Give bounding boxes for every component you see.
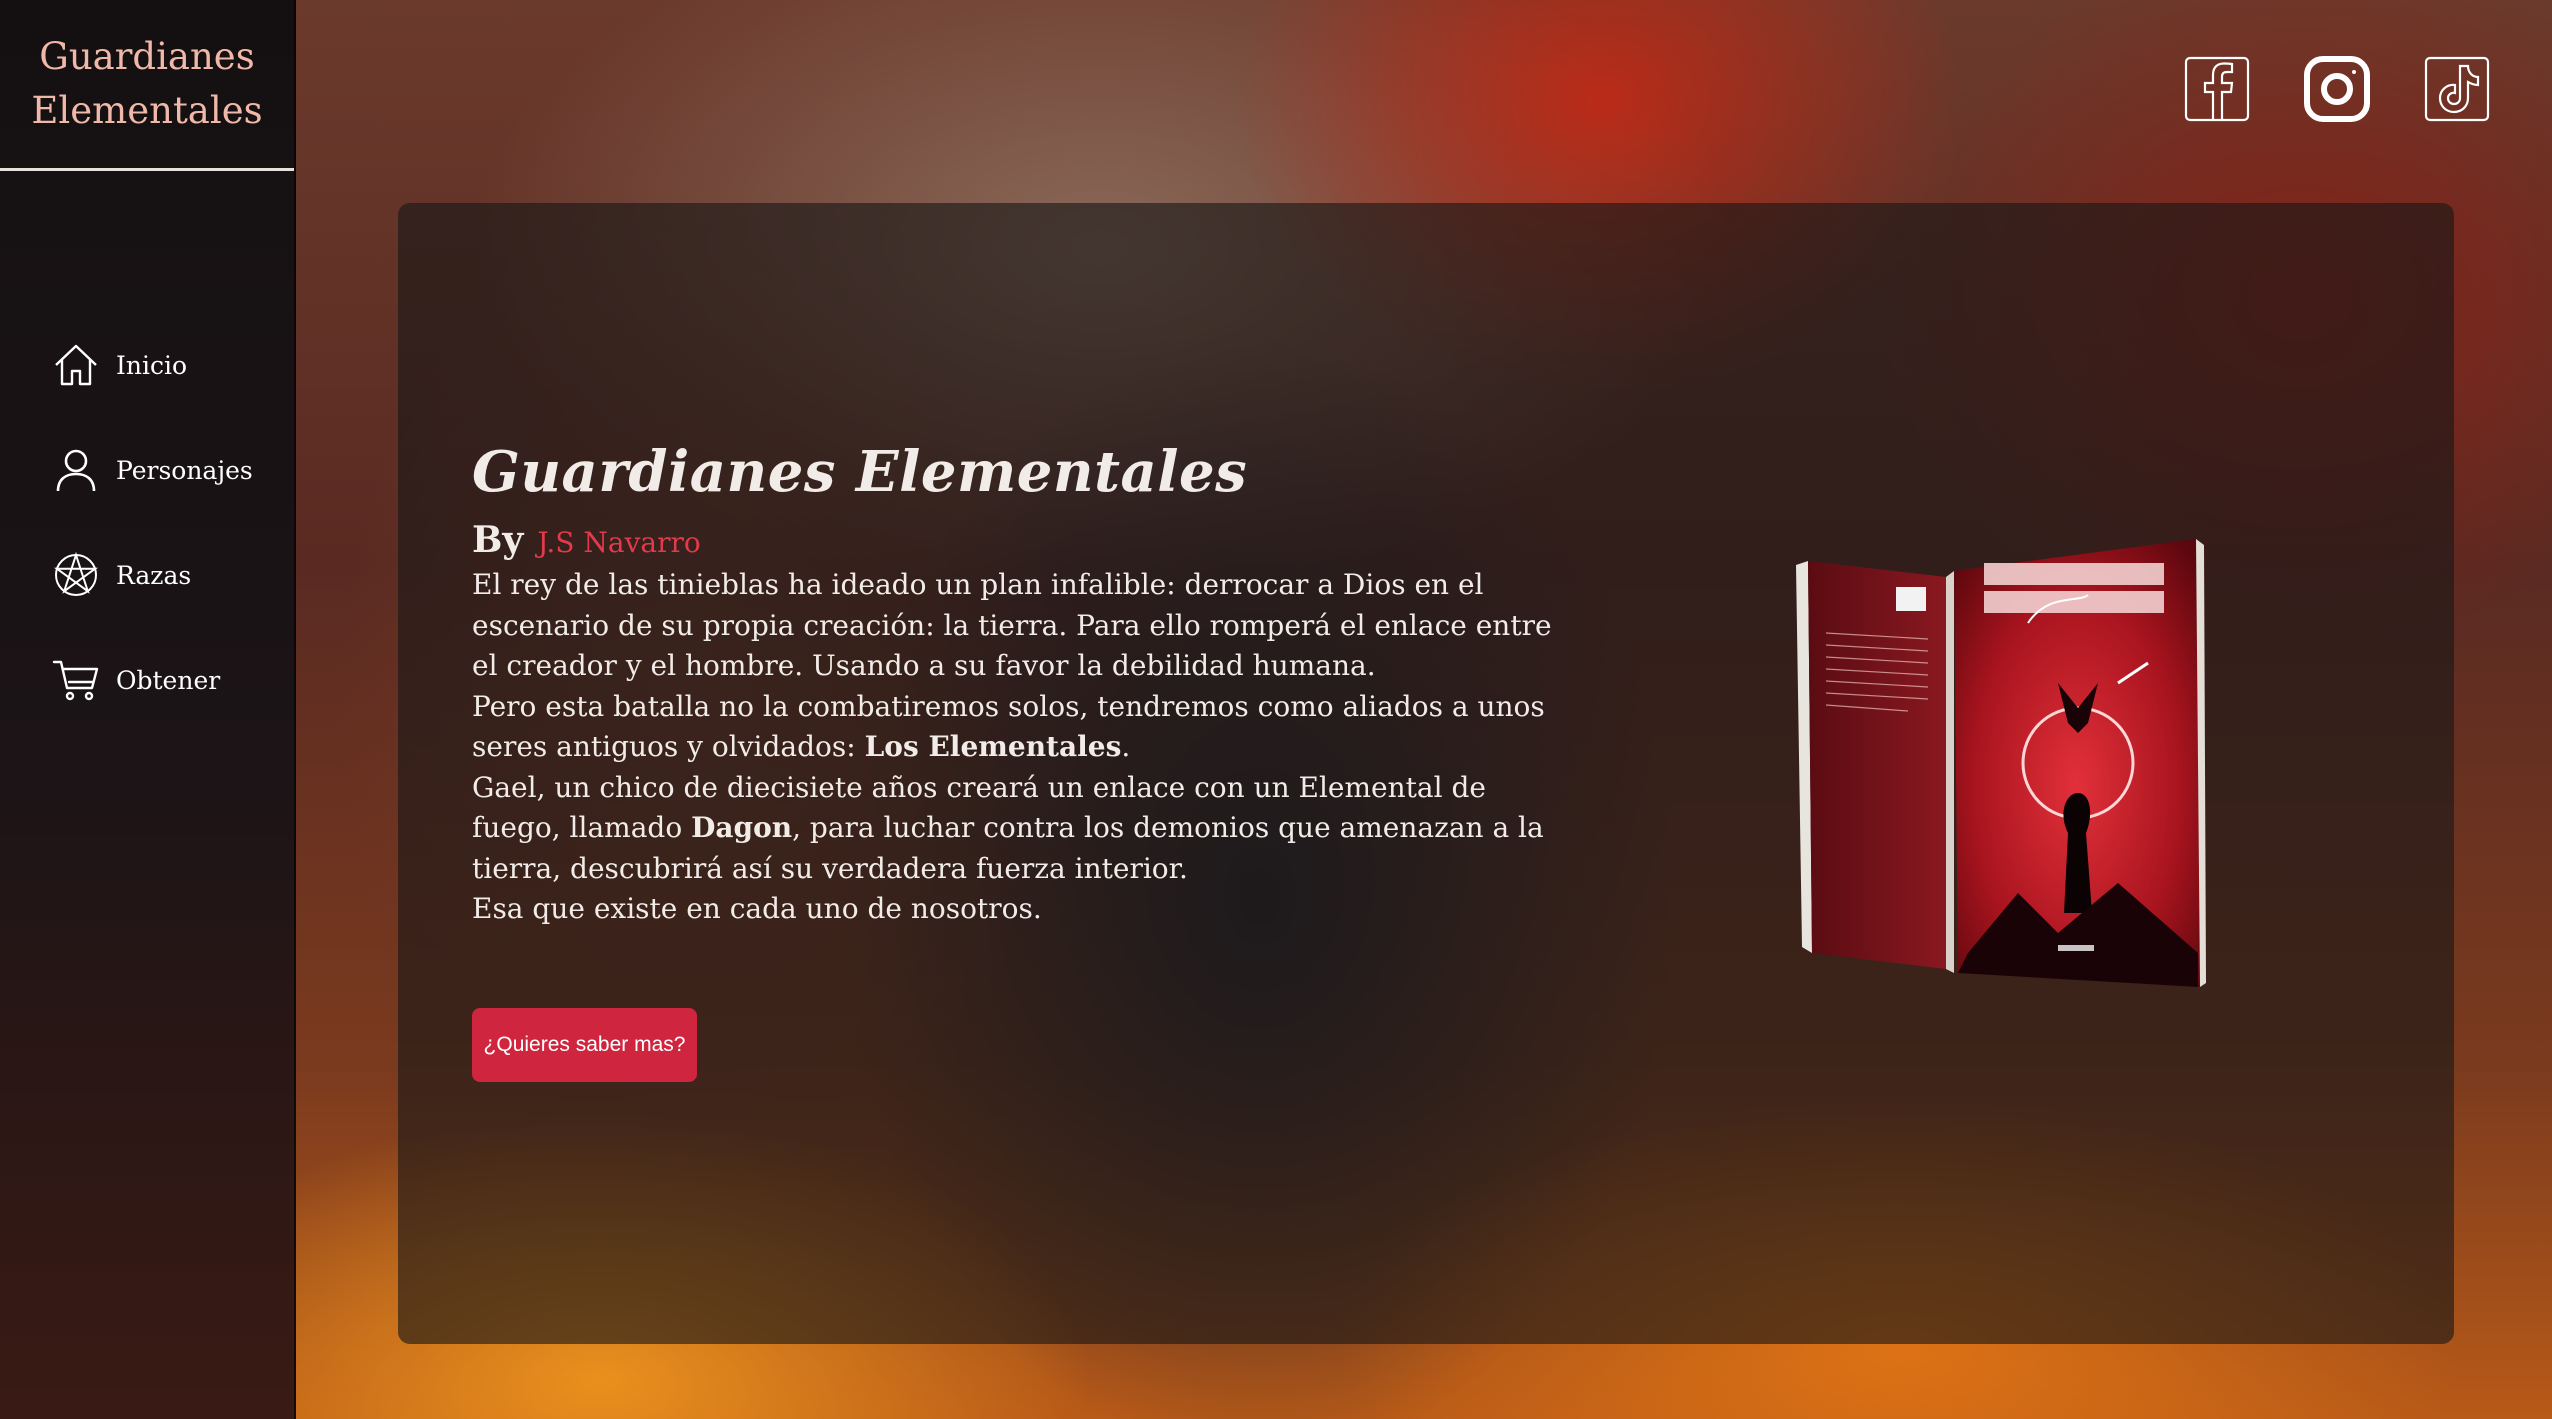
tiktok-icon[interactable]: [2422, 54, 2492, 124]
sidebar-item-label: Obtener: [116, 665, 221, 695]
description-paragraph-1: El rey de las tinieblas ha ideado un pla…: [472, 568, 1552, 682]
hero-panel: Guardianes Elementales By J.S Navarro El…: [398, 203, 2454, 1344]
sidebar-item-personajes[interactable]: Personajes: [52, 440, 292, 500]
description-paragraph-3: Gael, un chico de diecisiete años creará…: [472, 770, 1544, 885]
learn-more-button[interactable]: ¿Quieres saber mas?: [472, 1008, 697, 1082]
home-icon: [55, 344, 97, 386]
sidebar-item-label: Inicio: [116, 350, 188, 380]
sidebar-item-obtener[interactable]: Obtener: [52, 650, 292, 710]
sidebar-item-label: Personajes: [116, 455, 253, 485]
page: Guardianes Elementales Inicio Personajes: [0, 0, 2552, 1419]
user-icon: [56, 449, 96, 492]
logo-line-1: Guardianes: [39, 35, 255, 78]
social-links: [2182, 54, 2492, 124]
sidebar: Guardianes Elementales Inicio Personajes: [0, 0, 296, 1419]
page-title: Guardianes Elementales: [472, 439, 1248, 505]
book-cover-image: [1796, 539, 2206, 987]
sidebar-item-label: Razas: [116, 560, 192, 590]
cart-icon: [52, 660, 99, 701]
pentagram-icon: [53, 551, 99, 596]
sidebar-item-razas[interactable]: Razas: [52, 545, 292, 605]
sidebar-item-inicio[interactable]: Inicio: [52, 335, 292, 395]
byline: By J.S Navarro: [472, 519, 701, 561]
instagram-icon[interactable]: [2302, 54, 2372, 124]
author-name: J.S Navarro: [537, 526, 701, 559]
book-description: El rey de las tinieblas ha ideado un pla…: [472, 565, 1572, 930]
sidebar-nav: Inicio Personajes Razas Obtener: [52, 335, 292, 755]
facebook-icon[interactable]: [2182, 54, 2252, 124]
description-paragraph-4: Esa que existe en cada uno de nosotros.: [472, 892, 1042, 925]
site-logo[interactable]: Guardianes Elementales: [0, 0, 294, 171]
description-paragraph-2: Pero esta batalla no la combatiremos sol…: [472, 689, 1545, 764]
by-label: By: [472, 519, 524, 561]
logo-line-2: Elementales: [31, 89, 263, 132]
